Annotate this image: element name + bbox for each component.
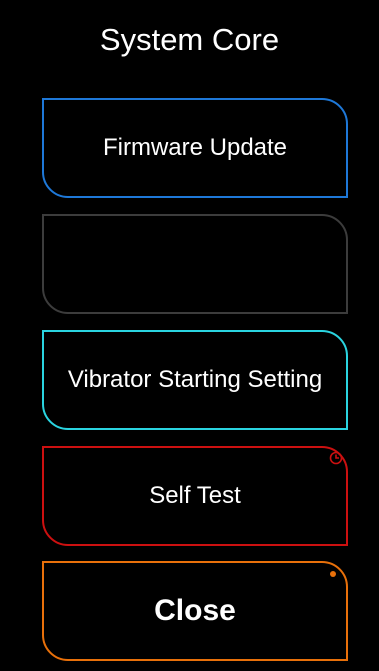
vibrator-starting-setting-label: Vibrator Starting Setting xyxy=(67,366,323,393)
vibrator-starting-setting-button[interactable]: Vibrator Starting Setting xyxy=(42,330,348,430)
page-title: System Core xyxy=(99,22,280,57)
firmware-update-label: Firmware Update xyxy=(102,134,288,161)
firmware-update-button[interactable]: Firmware Update xyxy=(42,98,348,198)
clock-icon xyxy=(329,451,343,465)
empty-menu-slot-button[interactable] xyxy=(42,214,348,314)
status-dot-icon xyxy=(330,571,336,577)
self-test-button[interactable]: Self Test xyxy=(42,446,348,546)
close-label: Close xyxy=(154,594,236,627)
close-button[interactable]: Close xyxy=(42,561,348,661)
self-test-label: Self Test xyxy=(149,482,241,509)
